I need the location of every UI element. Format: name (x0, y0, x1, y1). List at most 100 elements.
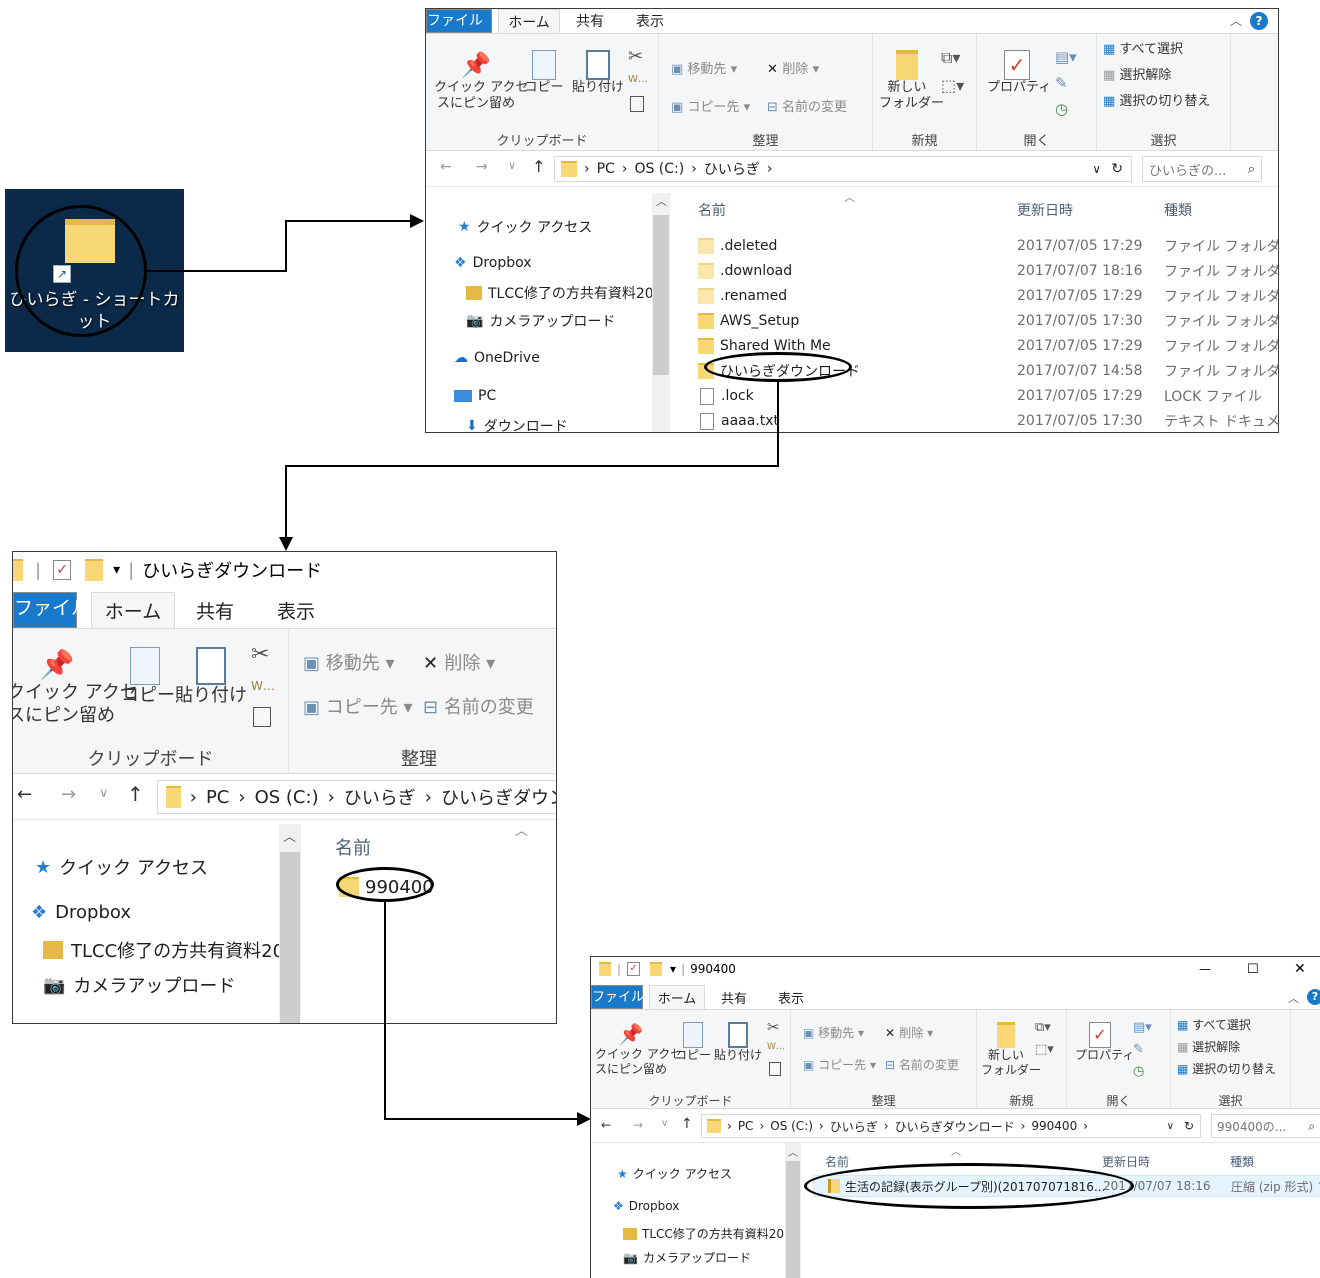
new-folder-button[interactable]: 新しい フォルダー (879, 50, 944, 113)
pin-quick-access-button[interactable]: 📌 クイック アクセ スにピン留め (13, 647, 138, 727)
tab-share[interactable]: 共有 (175, 592, 255, 628)
tab-file[interactable]: ファイル (426, 9, 492, 33)
scroll-up-icon[interactable]: ︿ (656, 193, 667, 209)
nav-scrollbar[interactable]: ︿ (652, 193, 670, 432)
breadcrumb-item[interactable]: ひいらぎ (704, 159, 760, 179)
nav-item-dropbox[interactable]: ❖ Dropbox (613, 1199, 679, 1213)
breadcrumb-item[interactable]: ひいらぎダウン (441, 784, 556, 810)
back-arrow-icon[interactable]: ← (17, 784, 32, 805)
breadcrumb-item[interactable]: ひいらぎダウンロード (895, 1118, 1015, 1135)
search-box[interactable]: 990400の... ⌕ (1211, 1114, 1320, 1138)
move-to-button[interactable]: ▣ 移動先 ▾ (303, 653, 395, 676)
copy-path-icon[interactable]: W… (628, 74, 648, 87)
paste-button[interactable]: 貼り付け (713, 1022, 763, 1063)
breadcrumb-item[interactable]: PC (738, 1119, 754, 1133)
recent-chevron-icon[interactable]: ∨ (508, 159, 516, 172)
file-row[interactable]: .download 2017/07/07 18:16 ファイル フォルダー (698, 260, 1278, 282)
scroll-up-icon[interactable]: ︿ (283, 826, 296, 845)
open-icon[interactable]: ▤▾ (1055, 48, 1077, 67)
help-icon[interactable]: ? (1307, 989, 1320, 1005)
invert-selection-button[interactable]: ▦ 選択の切り替え (1103, 94, 1210, 110)
breadcrumb-item[interactable]: ひいらぎ (344, 784, 416, 810)
cut-icon[interactable]: ✂ (767, 1018, 780, 1037)
qat-dropdown-icon[interactable]: ▾ (113, 562, 120, 578)
copy-path-icon[interactable]: W… (767, 1042, 785, 1053)
tab-view[interactable]: 表示 (763, 985, 819, 1009)
nav-item-camera[interactable]: 📷 カメラアップロード (466, 311, 615, 331)
up-arrow-icon[interactable]: ↑ (681, 1116, 693, 1132)
nav-scrollbar[interactable]: ︿ (785, 1143, 801, 1278)
column-header-modified[interactable]: 更新日時 (1102, 1153, 1150, 1170)
forward-arrow-icon[interactable]: → (476, 159, 488, 175)
copy-button[interactable]: コピー (121, 647, 175, 708)
copy-button[interactable]: コピー (524, 50, 564, 96)
tab-file[interactable]: ファイル (13, 592, 90, 628)
cut-icon[interactable]: ✂ (628, 46, 643, 69)
nav-item-camera[interactable]: 📷 カメラアップロード (623, 1249, 751, 1266)
nav-item-dropbox[interactable]: ❖ Dropbox (31, 902, 131, 923)
rename-button[interactable]: ⊟ 名前の変更 (767, 100, 847, 116)
rename-button[interactable]: ⊟ 名前の変更 (423, 697, 534, 720)
nav-item-quick-access[interactable]: ★ クイック アクセス (35, 854, 208, 880)
new-folder-button[interactable]: 新しい フォルダー (981, 1022, 1041, 1078)
nav-item-onedrive[interactable]: ☁ OneDrive (454, 350, 540, 366)
tab-home[interactable]: ホーム (91, 592, 175, 628)
column-header-name[interactable]: 名前 (335, 834, 371, 860)
delete-button[interactable]: ✕ 削除 ▾ (885, 1026, 933, 1041)
column-header-name[interactable]: 名前 (825, 1153, 849, 1170)
file-row[interactable]: AWS_Setup 2017/07/05 17:30 ファイル フォルダー (698, 310, 1278, 332)
breadcrumb-item[interactable]: OS (C:) (770, 1119, 813, 1133)
nav-item-pc[interactable]: PC (454, 388, 496, 404)
history-icon[interactable]: ◷ (1133, 1064, 1144, 1080)
pin-quick-access-button[interactable]: 📌 クイック アクセ スにピン留め (595, 1022, 682, 1077)
open-icon[interactable]: ▤▾ (1133, 1020, 1152, 1036)
address-dropdown-icon[interactable]: ∨ (1167, 1121, 1174, 1132)
ribbon-collapse-icon[interactable]: ︿ (1288, 990, 1299, 1006)
copy-to-button[interactable]: ▣ コピー先 ▾ (671, 100, 750, 116)
paste-shortcut-icon[interactable] (253, 707, 271, 727)
address-dropdown-icon[interactable]: ∨ (1092, 162, 1101, 176)
cut-icon[interactable]: ✂ (251, 641, 269, 669)
file-row[interactable]: .renamed 2017/07/05 17:29 ファイル フォルダー (698, 285, 1278, 307)
nav-item-tlcc[interactable]: TLCC修了の方共有資料20 (623, 1225, 784, 1242)
scroll-up-icon[interactable]: ︿ (788, 1144, 798, 1159)
nav-item-quick-access[interactable]: ★ クイック アクセス (458, 217, 592, 237)
history-icon[interactable]: ◷ (1055, 100, 1068, 119)
search-box[interactable]: ひいらぎの... ⌕ (1142, 156, 1262, 182)
copy-path-icon[interactable]: W… (251, 679, 275, 694)
easy-access-icon[interactable]: ⬚▾ (941, 76, 964, 96)
breadcrumb-item[interactable]: PC (597, 161, 615, 177)
address-bar[interactable]: › PC › OS (C:) › ひいらぎ › ∨ ↻ (554, 156, 1132, 182)
tab-view[interactable]: 表示 (255, 592, 337, 628)
recent-chevron-icon[interactable]: ∨ (661, 1118, 668, 1129)
tab-share[interactable]: 共有 (705, 985, 763, 1009)
copy-to-button[interactable]: ▣ コピー先 ▾ (303, 697, 413, 720)
new-item-icon[interactable]: ⧉▾ (941, 48, 960, 68)
recent-chevron-icon[interactable]: ∨ (99, 786, 109, 801)
paste-shortcut-icon[interactable] (769, 1062, 781, 1076)
breadcrumb-item[interactable]: OS (C:) (255, 787, 319, 808)
address-bar[interactable]: › PC › OS (C:) › ひいらぎ › ひいらぎダウンロード › 990400 ›… (701, 1114, 1201, 1138)
scrollbar-thumb[interactable] (280, 852, 300, 1023)
help-icon[interactable]: ? (1250, 12, 1268, 30)
column-header-type[interactable]: 種類 (1230, 1153, 1254, 1170)
breadcrumb-item[interactable]: OS (C:) (634, 161, 684, 177)
paste-button[interactable]: 貼り付け (570, 50, 626, 96)
ribbon-collapse-icon[interactable]: ︿ (1230, 12, 1242, 29)
minimize-button[interactable]: — (1199, 962, 1211, 976)
nav-item-quick-access[interactable]: ★ クイック アクセス (617, 1165, 732, 1182)
invert-selection-button[interactable]: ▦ 選択の切り替え (1177, 1062, 1276, 1077)
tab-share[interactable]: 共有 (560, 9, 620, 33)
nav-item-downloads[interactable]: ⬇ ダウンロード (466, 416, 568, 432)
forward-arrow-icon[interactable]: → (61, 784, 76, 805)
refresh-icon[interactable]: ↻ (1184, 1119, 1194, 1133)
copy-to-button[interactable]: ▣ コピー先 ▾ (803, 1058, 876, 1073)
properties-button[interactable]: ✓ プロパティ (1075, 1022, 1134, 1063)
nav-item-tlcc[interactable]: TLCC修了の方共有資料20 (466, 283, 654, 303)
properties-button[interactable]: ✓ プロパティ (987, 50, 1051, 96)
paste-button[interactable]: 貼り付け (175, 647, 247, 708)
tab-file[interactable]: ファイル (591, 985, 644, 1009)
column-header-name[interactable]: 名前 (698, 200, 726, 220)
forward-arrow-icon[interactable]: → (633, 1118, 643, 1132)
new-item-icon[interactable]: ⧉▾ (1035, 1020, 1051, 1036)
